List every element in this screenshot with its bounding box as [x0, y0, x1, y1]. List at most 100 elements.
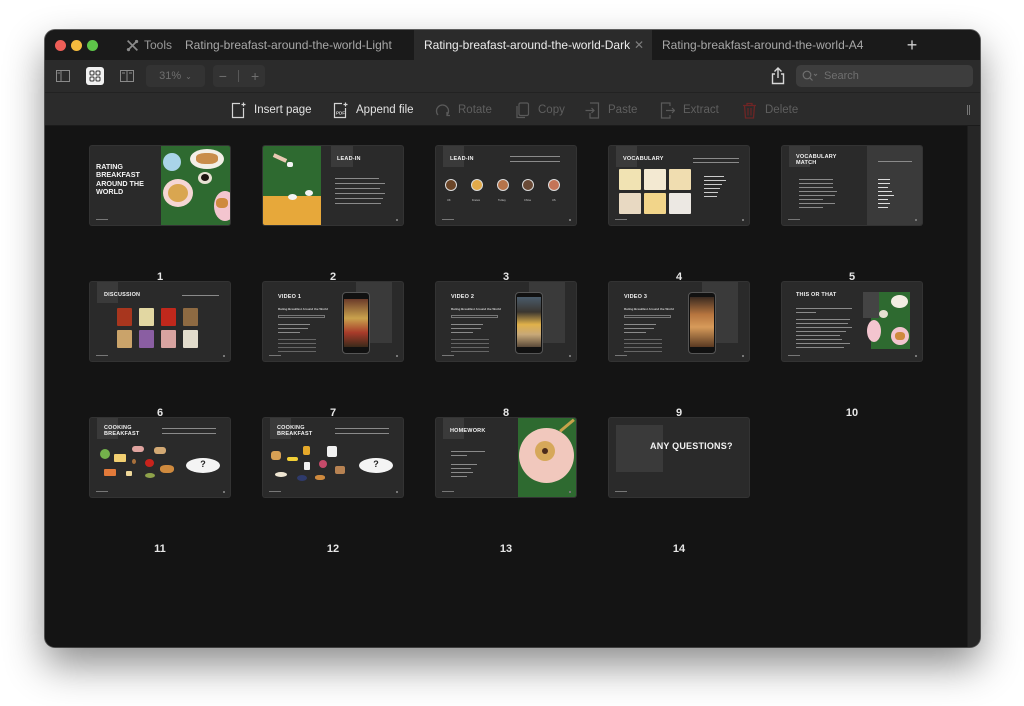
- two-page-view-button[interactable]: [118, 67, 136, 85]
- page-thumbnail-4[interactable]: VOCABULARY: [609, 146, 749, 225]
- slide-title: HOMEWORK: [450, 428, 486, 434]
- country-label: France: [472, 199, 481, 202]
- page-thumbnail-3[interactable]: LEAD-IN UK France Turkey China US: [436, 146, 576, 225]
- insert-page-icon: [231, 102, 246, 118]
- slide-title: DISCUSSION: [104, 292, 141, 298]
- page-thumbnail-12[interactable]: COOKING BREAKFAST ?: [263, 418, 403, 497]
- zoom-level-value: 31%: [159, 70, 182, 82]
- two-page-icon: [120, 70, 134, 82]
- breakfast-photo: [518, 418, 576, 497]
- slide-title: VIDEO 1: [278, 294, 302, 300]
- video-phone-mockup[interactable]: [515, 292, 543, 354]
- country-label: China: [524, 199, 531, 202]
- page-thumbnail-5[interactable]: VOCABULARY MATCH: [782, 146, 922, 225]
- slide-title: THIS OR THAT: [796, 292, 837, 298]
- paste-button[interactable]: Paste: [585, 93, 637, 127]
- page-thumbnail-8[interactable]: VIDEO 2 Rating Breakfast Around the Worl…: [436, 282, 576, 361]
- sidebar-icon: [56, 70, 70, 82]
- page-thumbnail-7[interactable]: VIDEO 1 Rating Breakfast Around the Worl…: [263, 282, 403, 361]
- divider: [238, 70, 240, 82]
- zoom-in-button[interactable]: +: [251, 68, 259, 84]
- tools-icon: [126, 39, 139, 51]
- close-window-button[interactable]: [55, 40, 66, 51]
- tab-dark[interactable]: Rating-breafast-around-the-world-Dark ✕: [414, 30, 652, 60]
- zoom-out-button[interactable]: −: [219, 68, 227, 84]
- tab-light[interactable]: Rating-breafast-around-the-world-Light: [175, 30, 414, 60]
- append-file-label: Append file: [356, 104, 414, 116]
- share-icon[interactable]: [770, 67, 786, 85]
- append-pdf-icon: PDF: [333, 102, 348, 118]
- zoom-level-dropdown[interactable]: 31% ⌄: [146, 65, 205, 87]
- paste-icon: [585, 101, 600, 119]
- tab-label: Rating-breafast-around-the-world-Dark: [424, 38, 631, 52]
- slide-subtitle: Rating Breakfast Around the World: [451, 307, 501, 311]
- page-thumbnail-grid: RATING BREAKFAST AROUND THE WORLD 1 LEAD…: [45, 126, 967, 647]
- slide-title: RATING BREAKFAST AROUND THE WORLD: [96, 162, 144, 197]
- food-photo: [497, 179, 509, 191]
- rotate-icon: [435, 103, 450, 116]
- page-thumbnail-6[interactable]: DISCUSSION: [90, 282, 230, 361]
- slide-title: LEAD-IN: [337, 156, 361, 162]
- slide-subtitle: Rating Breakfast Around the World: [278, 307, 328, 311]
- sidebar-view-button[interactable]: [54, 67, 72, 85]
- extract-icon: [660, 101, 675, 119]
- delete-label: Delete: [765, 104, 799, 116]
- video-phone-mockup[interactable]: [342, 292, 370, 354]
- slide-page-marker: [396, 219, 398, 221]
- page-thumbnail-10[interactable]: THIS OR THAT: [782, 282, 922, 361]
- copy-icon: [516, 101, 530, 118]
- page-thumbnail-13[interactable]: HOMEWORK: [436, 418, 576, 497]
- rotate-button[interactable]: Rotate: [435, 93, 492, 127]
- insert-page-button[interactable]: Insert page: [231, 93, 312, 127]
- slide-title: VOCABULARY: [623, 156, 664, 162]
- delete-button[interactable]: Delete: [742, 93, 798, 127]
- minimize-window-button[interactable]: [71, 40, 82, 51]
- food-photo: [471, 179, 483, 191]
- close-tab-icon[interactable]: ✕: [634, 30, 644, 60]
- vertical-scrollbar[interactable]: [967, 126, 980, 647]
- page-thumbnail-9[interactable]: VIDEO 3 Rating Breakfast Around the Worl…: [609, 282, 749, 361]
- app-window: Tools Rating-breafast-around-the-world-L…: [45, 30, 980, 647]
- svg-text:PDF: PDF: [336, 110, 345, 115]
- page-number: 13: [499, 543, 513, 555]
- new-tab-button[interactable]: +: [902, 30, 922, 60]
- trash-icon: [743, 102, 756, 119]
- search-field[interactable]: [796, 65, 973, 87]
- tools-button[interactable]: Tools: [126, 30, 172, 60]
- slide-title: ANY QUESTIONS?: [650, 441, 733, 451]
- country-label: US: [552, 199, 556, 202]
- toolbar-resize-handle[interactable]: [967, 105, 970, 115]
- slide-footer: [96, 219, 108, 220]
- mystery-plate: ?: [186, 458, 220, 473]
- page-thumbnail-11[interactable]: COOKING BREAKFAST ?: [90, 418, 230, 497]
- maximize-window-button[interactable]: [87, 40, 98, 51]
- paste-label: Paste: [608, 104, 638, 116]
- slide-title: VOCABULARY MATCH: [796, 154, 837, 166]
- breakfast-photo: [161, 146, 230, 225]
- page-thumbnail-14[interactable]: ANY QUESTIONS?: [609, 418, 749, 497]
- page-action-bar: Insert page PDF Append file Rotate Copy …: [45, 92, 980, 126]
- country-label: Turkey: [498, 199, 506, 202]
- page-thumbnail-1[interactable]: RATING BREAKFAST AROUND THE WORLD: [90, 146, 230, 225]
- extract-label: Extract: [683, 104, 719, 116]
- food-photo: [445, 179, 457, 191]
- slide-subtitle: Rating Breakfast Around the World: [624, 307, 674, 311]
- grid-icon: [89, 70, 101, 82]
- slide-title: LEAD-IN: [450, 156, 474, 162]
- page-thumbnail-2[interactable]: LEAD-IN: [263, 146, 403, 225]
- slide-title: COOKING BREAKFAST: [104, 425, 140, 437]
- video-phone-mockup[interactable]: [688, 292, 716, 354]
- slide-title: COOKING BREAKFAST: [277, 425, 313, 437]
- tab-label: Rating-breafast-around-the-world-Light: [185, 38, 392, 52]
- food-photo: [548, 179, 560, 191]
- grid-view-button[interactable]: [86, 67, 104, 85]
- copy-button[interactable]: Copy: [515, 93, 565, 127]
- append-file-button[interactable]: PDF Append file: [333, 93, 414, 127]
- tab-a4[interactable]: Rating-breakfast-around-the-world-A4: [652, 30, 892, 60]
- country-label: UK: [447, 199, 451, 202]
- toolbar: 31% ⌄ − +: [45, 60, 980, 92]
- search-input[interactable]: [824, 70, 964, 82]
- page-number: 12: [326, 543, 340, 555]
- extract-button[interactable]: Extract: [660, 93, 719, 127]
- page-number: 14: [672, 543, 686, 555]
